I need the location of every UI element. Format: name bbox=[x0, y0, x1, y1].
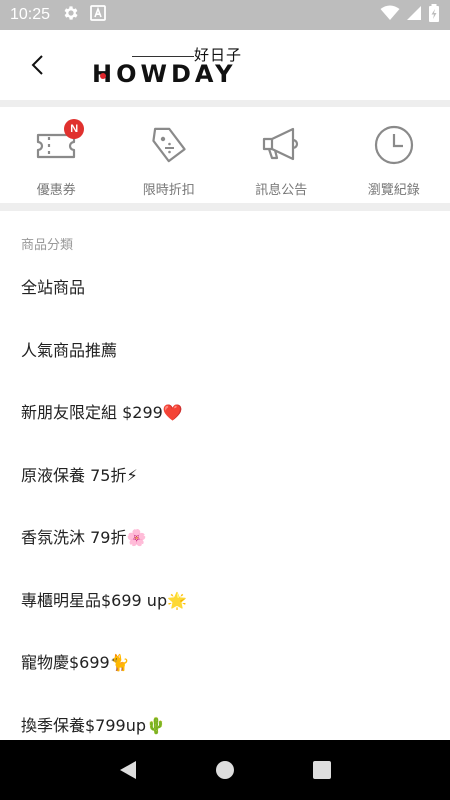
howday-logo: 好日子 HOWDAY bbox=[92, 40, 242, 90]
logo-wordmark: HOWDAY bbox=[92, 60, 237, 88]
logo-divider-line bbox=[132, 56, 194, 57]
category-list: 全站商品 人氣商品推薦 新朋友限定組 $299❤️ 原液保養 75折⚡ 香氛洗沐… bbox=[0, 255, 450, 755]
nav-home-button[interactable] bbox=[205, 750, 245, 790]
category-item-popular[interactable]: 人氣商品推薦 bbox=[0, 318, 450, 381]
category-item-fragrance-bath[interactable]: 香氛洗沐 79折🌸 bbox=[0, 505, 450, 568]
triangle-back-icon bbox=[120, 761, 137, 779]
shortcut-coupons[interactable]: N 優惠券 bbox=[0, 107, 113, 203]
shortcut-label: 限時折扣 bbox=[142, 183, 195, 198]
app-header: 好日子 HOWDAY bbox=[0, 30, 450, 100]
section-divider bbox=[0, 100, 450, 107]
wifi-icon bbox=[380, 5, 400, 25]
clock-icon bbox=[372, 123, 416, 167]
section-divider bbox=[0, 203, 450, 211]
category-item-pets[interactable]: 寵物慶$699🐈 bbox=[0, 630, 450, 693]
shortcut-flash-sale[interactable]: 限時折扣 bbox=[113, 107, 226, 203]
new-badge: N bbox=[64, 119, 85, 139]
square-recents-icon bbox=[312, 761, 331, 779]
shortcut-label: 瀏覽紀錄 bbox=[367, 183, 420, 198]
battery-charging-icon bbox=[428, 4, 440, 26]
text-a-icon bbox=[90, 5, 106, 25]
shortcut-history[interactable]: 瀏覽紀錄 bbox=[338, 107, 450, 203]
shortcut-label: 訊息公告 bbox=[255, 183, 308, 198]
megaphone-icon bbox=[259, 123, 303, 167]
status-bar: 10:25 bbox=[0, 0, 450, 30]
logo-red-dot bbox=[100, 73, 106, 79]
category-item-serum[interactable]: 原液保養 75折⚡ bbox=[0, 443, 450, 506]
category-section-title: 商品分類 bbox=[21, 238, 74, 253]
category-item-star-products[interactable]: 專櫃明星品$699 up🌟 bbox=[0, 568, 450, 631]
status-time: 10:25 bbox=[10, 6, 51, 23]
category-item-all[interactable]: 全站商品 bbox=[0, 255, 450, 318]
tag-icon bbox=[147, 123, 191, 167]
circle-home-icon bbox=[215, 761, 234, 779]
ticket-icon: N bbox=[34, 119, 85, 167]
back-button[interactable] bbox=[22, 45, 52, 85]
signal-icon bbox=[406, 5, 422, 25]
category-item-new-friend[interactable]: 新朋友限定組 $299❤️ bbox=[0, 380, 450, 443]
back-arrow-icon bbox=[31, 55, 43, 75]
settings-gear-icon bbox=[62, 4, 80, 26]
system-nav-bar bbox=[0, 740, 450, 800]
shortcut-announcements[interactable]: 訊息公告 bbox=[225, 107, 338, 203]
shortcut-row: N 優惠券 限時折扣 訊息公告 瀏覽紀錄 bbox=[0, 107, 450, 203]
nav-back-button[interactable] bbox=[108, 750, 148, 790]
shortcut-label: 優惠券 bbox=[36, 183, 76, 198]
nav-recents-button[interactable] bbox=[302, 750, 342, 790]
